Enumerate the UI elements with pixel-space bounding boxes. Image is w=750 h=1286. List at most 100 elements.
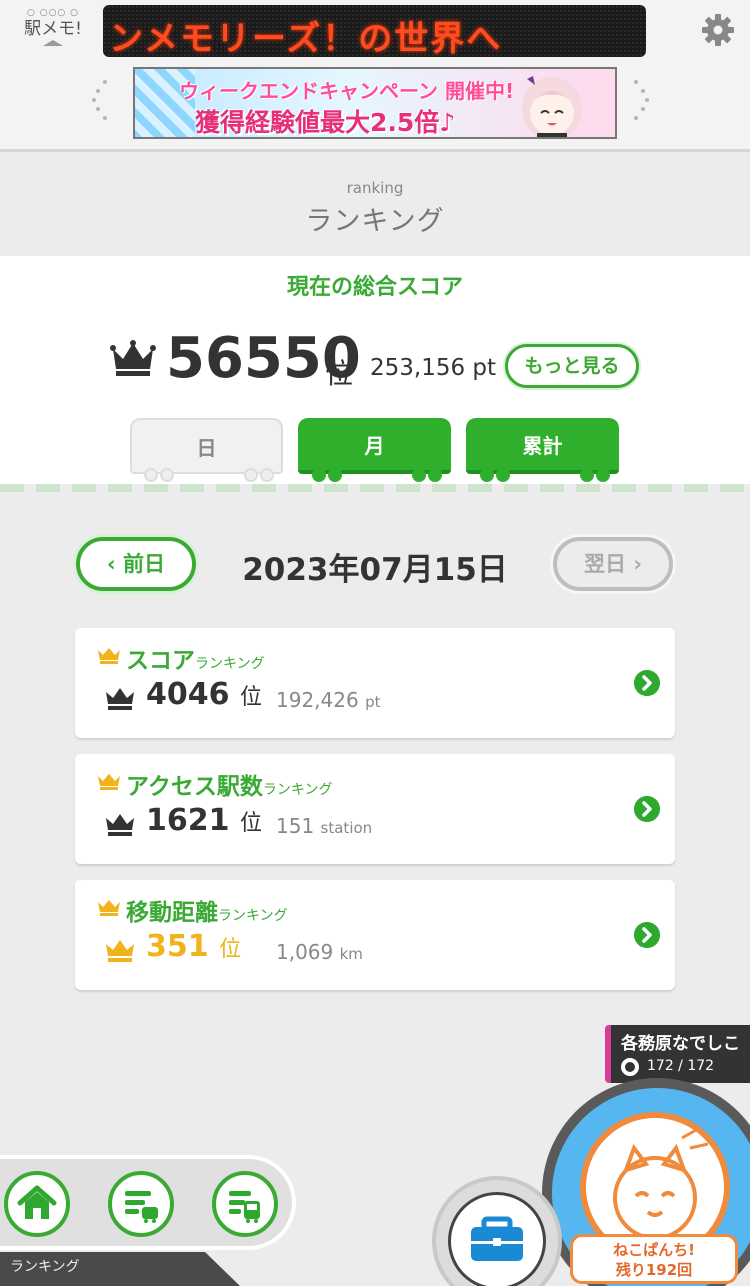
app-logo[interactable]: ○ ○○○ ○ 駅メモ! — [14, 8, 92, 56]
crown-icon — [106, 814, 134, 836]
total-score-title: 現在の総合スコア — [286, 275, 463, 300]
train-wheel — [160, 468, 174, 482]
logo-mark-icon — [43, 40, 63, 46]
train-wheel — [312, 468, 326, 482]
tab-month[interactable]: 月 — [298, 418, 451, 474]
chevron-right-icon[interactable] — [634, 670, 660, 696]
ranking-rank: 351 位 — [146, 929, 241, 964]
rank-value: 351 — [146, 929, 209, 964]
prev-day-button[interactable]: ‹ 前日 — [76, 537, 196, 591]
distance-ranking-card[interactable]: 移動距離ランキング 351 位 1,069 km — [75, 880, 675, 990]
category-name: アクセス駅数 — [126, 774, 263, 800]
train-list-icon — [229, 1191, 260, 1223]
access-stations-ranking-card[interactable]: アクセス駅数ランキング 1621 位 151 station — [75, 754, 675, 864]
logo-dots: ○ ○○○ ○ — [27, 8, 79, 18]
crown-icon — [98, 648, 120, 664]
briefcase-icon — [471, 1216, 523, 1261]
value-unit: pt — [365, 693, 381, 711]
campaign-banner[interactable]: ウィークエンドキャンペーン 開催中! 獲得経験値最大2.5倍♪ — [133, 67, 617, 139]
ranking-category: 移動距離ランキング — [126, 893, 288, 927]
character-illustration — [522, 76, 582, 137]
nekopanchi-button[interactable]: ねこぱんち! 残り192回 — [542, 1078, 750, 1286]
total-score-panel: 現在の総合スコア 56550 位 253,156 pt もっと見る 日 月 累計 — [0, 256, 750, 484]
rank-value: 1621 — [146, 803, 230, 838]
score-ranking-card[interactable]: スコアランキング 4046 位 192,426 pt — [75, 628, 675, 738]
chevron-right-icon[interactable] — [634, 796, 660, 822]
gear-icon[interactable] — [700, 12, 736, 48]
rank-suffix: 位 — [239, 811, 262, 836]
bottom-nav-label: ランキング — [0, 1252, 240, 1286]
train-wheel — [496, 468, 510, 482]
station-count: 172 / 172 — [647, 1058, 715, 1074]
crown-icon — [106, 688, 134, 710]
nekopanchi-ring: ねこぱんち! 残り192回 — [552, 1088, 750, 1286]
crown-icon — [98, 774, 120, 790]
value-unit: km — [339, 945, 363, 963]
chevron-left-icon: ‹ — [107, 552, 116, 576]
train-wheel — [596, 468, 610, 482]
bottom-nav — [0, 1155, 296, 1250]
page-subtitle: ranking — [346, 179, 404, 197]
current-date: 2023年07月15日 — [242, 552, 508, 588]
ranking-rank: 1621 位 — [146, 803, 262, 838]
see-more-button[interactable]: もっと見る — [505, 344, 639, 388]
route-nav-button[interactable] — [212, 1171, 278, 1237]
led-ticker: ンメモリーズ！の世界へ — [103, 5, 646, 57]
crown-icon — [98, 900, 120, 916]
next-day-label: 翌日 — [584, 552, 627, 576]
current-station-widget[interactable]: 各務原なでしこ 172 / 172 — [605, 1025, 750, 1083]
rank-suffix: 位 — [219, 937, 242, 962]
value-number: 151 — [276, 814, 315, 838]
page-title-area: ranking ランキング — [0, 155, 750, 256]
station-name: 各務原なでしこ — [621, 1034, 740, 1054]
banner-line2: 獲得経験値最大2.5倍♪ — [195, 108, 456, 137]
gold-crown-icon — [106, 940, 134, 962]
value-unit: station — [320, 819, 373, 837]
train-wheel — [260, 468, 274, 482]
total-rank-suffix: 位 — [325, 357, 354, 390]
nekopanchi-label: ねこぱんち! 残り192回 — [570, 1234, 738, 1284]
station-ring-icon — [621, 1058, 639, 1076]
category-name: スコア — [126, 648, 195, 674]
tab-day[interactable]: 日 — [130, 418, 283, 474]
rank-value: 4046 — [146, 677, 230, 712]
logo-text: 駅メモ! — [24, 19, 82, 39]
ticker-text: ンメモリーズ！の世界へ — [109, 19, 503, 57]
ranking-rank: 4046 位 — [146, 677, 262, 712]
next-day-button[interactable]: 翌日 › — [553, 537, 673, 591]
rail-divider — [0, 484, 750, 492]
ranking-value: 192,426 pt — [276, 688, 380, 712]
chevron-right-icon: › — [633, 552, 642, 576]
tab-cumulative[interactable]: 累計 — [466, 418, 619, 474]
nekopanchi-label-line1: ねこぱんち! — [613, 1241, 695, 1259]
crown-icon — [110, 340, 156, 376]
ranking-category: スコアランキング — [126, 641, 265, 675]
rank-suffix: 位 — [239, 685, 262, 710]
chevron-right-icon[interactable] — [634, 922, 660, 948]
prev-day-label: 前日 — [122, 552, 165, 576]
banner-next-indicator[interactable] — [630, 80, 656, 120]
home-nav-button[interactable] — [4, 1171, 70, 1237]
ranking-value: 1,069 km — [276, 940, 363, 964]
category-name: 移動距離 — [126, 900, 218, 926]
total-points: 253,156 pt — [370, 355, 497, 381]
train-wheel — [144, 468, 158, 482]
ranking-list-icon — [125, 1191, 158, 1223]
train-wheel — [328, 468, 342, 482]
banner-prev-indicator[interactable] — [92, 80, 118, 120]
train-wheel — [244, 468, 258, 482]
train-wheel — [580, 468, 594, 482]
category-suffix: ランキング — [262, 782, 333, 798]
value-number: 1,069 — [276, 940, 334, 964]
item-case-frame — [448, 1192, 546, 1286]
train-wheel — [480, 468, 494, 482]
train-wheel — [412, 468, 426, 482]
page-title: ランキング — [305, 206, 445, 237]
category-suffix: ランキング — [218, 908, 288, 924]
ranking-value: 151 station — [276, 814, 372, 838]
ranking-nav-button[interactable] — [108, 1171, 174, 1237]
ranking-category: アクセス駅数ランキング — [126, 767, 332, 801]
category-suffix: ランキング — [195, 656, 265, 672]
banner-line1: ウィークエンドキャンペーン 開催中! — [179, 79, 515, 103]
header: ○ ○○○ ○ 駅メモ! ンメモリーズ！の世界へ ウィークエンドキャンペーン 開… — [0, 0, 750, 152]
